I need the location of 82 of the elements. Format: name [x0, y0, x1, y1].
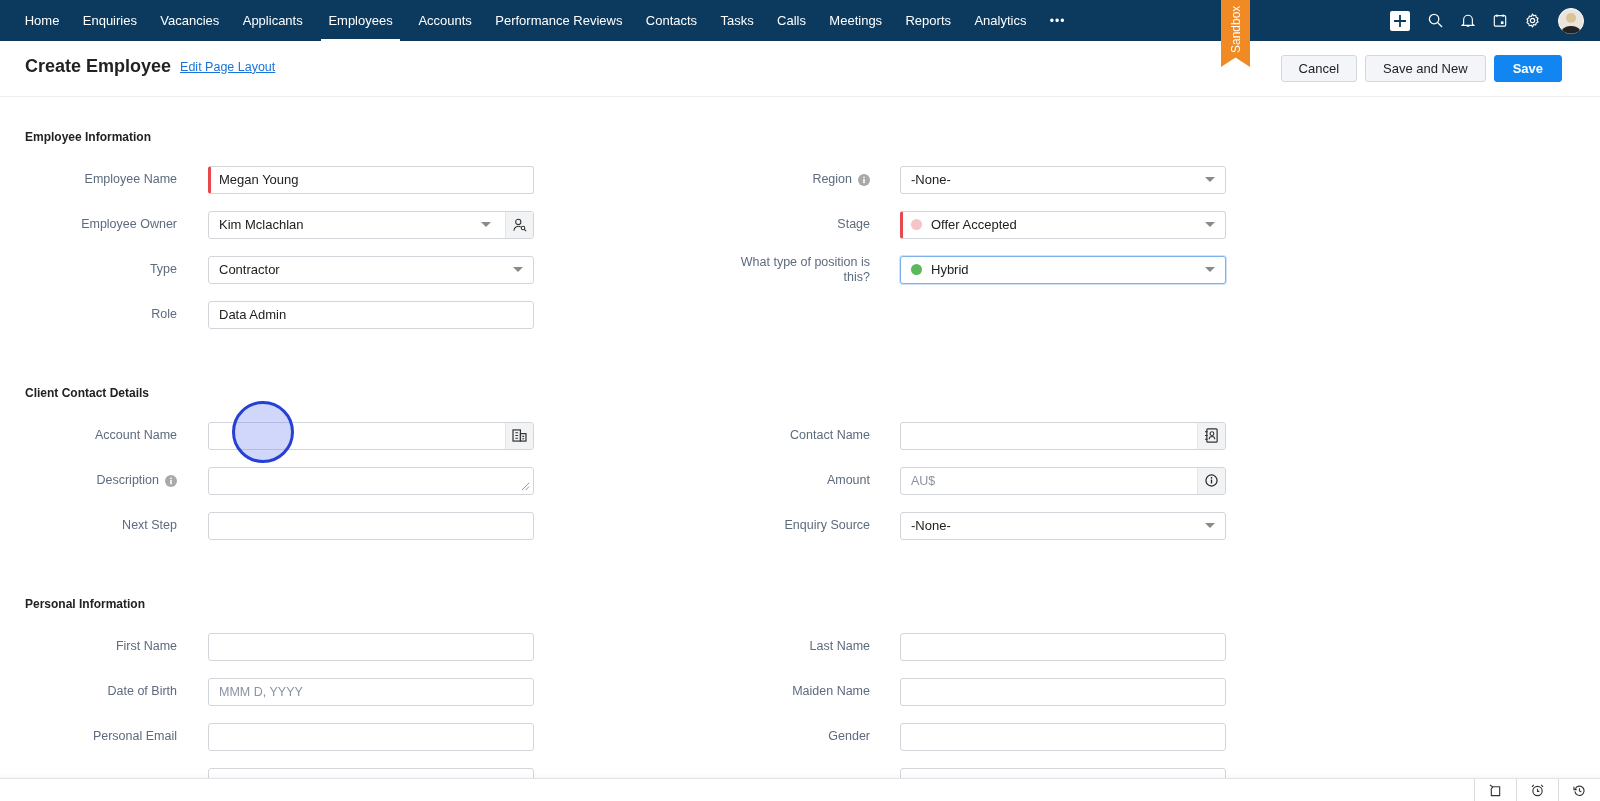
user-search-button[interactable] — [505, 211, 533, 238]
history-icon — [1573, 784, 1586, 797]
dropdown-field[interactable]: Hybrid — [900, 255, 1226, 284]
nav-tab[interactable]: Tasks — [708, 0, 766, 41]
save-button[interactable]: Save — [1493, 55, 1562, 82]
field-label: Next Step — [122, 518, 177, 533]
section-title: Personal Information — [24, 596, 147, 612]
dropdown-field[interactable]: -None- — [900, 165, 1226, 194]
input-field[interactable] — [208, 722, 534, 751]
caret-icon — [513, 266, 523, 273]
nav-tab[interactable]: Contacts — [634, 0, 709, 41]
field-label: Stage — [837, 217, 870, 232]
nav-tab[interactable]: Home — [13, 0, 72, 41]
field-label: Role — [151, 307, 177, 322]
input-field[interactable] — [900, 421, 1226, 450]
undo-box-icon — [1489, 784, 1502, 797]
field-label: Personal Email — [92, 729, 177, 744]
currency-info-button[interactable] — [1197, 467, 1225, 494]
field-label: Description — [96, 473, 159, 488]
nav-tab[interactable]: Meetings — [817, 0, 894, 41]
settings-icon[interactable] — [1525, 13, 1540, 28]
section-title: Employee Information — [24, 129, 153, 145]
field-label: Maiden Name — [792, 684, 870, 699]
input-field[interactable] — [208, 421, 534, 450]
caret-icon — [1205, 266, 1215, 273]
dropdown-field[interactable]: Contractor — [208, 255, 534, 284]
edit-layout-link[interactable]: Edit Page Layout — [180, 59, 276, 78]
page-title: Create Employee — [25, 56, 172, 78]
field-label: Amount — [826, 473, 870, 488]
caret-icon — [1205, 176, 1215, 183]
nav-tab[interactable]: Performance Reviews — [483, 0, 635, 41]
search-icon[interactable] — [1428, 13, 1443, 28]
nav-tab[interactable]: Analytics — [962, 0, 1039, 41]
dropdown-field[interactable]: Kim Mclachlan — [208, 210, 534, 239]
sandbox-ribbon: Sandbox — [1221, 0, 1250, 67]
field-label: Employee Name — [84, 172, 177, 187]
field-label: What type of position is this? — [739, 254, 870, 285]
dropdown-field[interactable]: -None- — [900, 511, 1226, 540]
field-label: First Name — [115, 639, 177, 654]
info-icon — [1205, 474, 1218, 487]
nav-tab[interactable]: Accounts — [406, 0, 484, 41]
more-menu[interactable]: ••• — [1038, 0, 1078, 41]
field-label: Gender — [828, 729, 870, 744]
caret-icon — [1205, 221, 1215, 228]
field-label: Contact Name — [790, 428, 870, 443]
field-label: Last Name — [809, 639, 870, 654]
field-label: Employee Owner — [81, 217, 177, 232]
input-field[interactable] — [208, 511, 534, 540]
resize-grip-icon[interactable] — [521, 481, 530, 491]
secondary-button[interactable]: Cancel — [1280, 55, 1358, 82]
dropdown-field[interactable]: Offer Accepted — [900, 210, 1226, 239]
nav-tab[interactable]: Vacancies — [148, 0, 232, 41]
alarm-clock-icon — [1531, 784, 1544, 797]
input-field[interactable] — [208, 632, 534, 661]
nav-tab[interactable]: Calls — [765, 0, 818, 41]
input-field[interactable] — [900, 722, 1226, 751]
caret-icon — [481, 221, 491, 228]
field-label: Region — [812, 172, 852, 187]
account-lookup-button[interactable] — [505, 422, 533, 449]
nav-tab[interactable]: Employees — [321, 0, 400, 41]
user-search-icon — [512, 217, 527, 232]
nav-tab[interactable]: Enquiries — [71, 0, 149, 41]
add-icon[interactable] — [1390, 10, 1410, 31]
input-field[interactable]: Data Admin — [208, 300, 534, 329]
field-label: Enquiry Source — [784, 518, 870, 533]
field-label: Account Name — [95, 428, 177, 443]
building-icon — [512, 429, 527, 442]
caret-icon — [1205, 522, 1215, 529]
bell-icon[interactable] — [1461, 13, 1475, 28]
input-field[interactable] — [900, 677, 1226, 706]
secondary-button[interactable]: Save and New — [1365, 55, 1486, 82]
contact-book-icon — [1204, 428, 1219, 443]
input-field[interactable] — [900, 632, 1226, 661]
field-label: Type — [149, 262, 177, 277]
calendar-icon[interactable] — [1493, 13, 1507, 28]
section-title: Client Contact Details — [24, 385, 151, 401]
nav-tab[interactable]: Applicants — [231, 0, 315, 41]
nav-tab[interactable]: Reports — [893, 0, 963, 41]
field-label: Date of Birth — [107, 684, 177, 699]
input-field[interactable]: Megan Young — [208, 165, 534, 194]
avatar[interactable] — [1558, 7, 1584, 34]
contact-lookup-button[interactable] — [1197, 422, 1225, 449]
